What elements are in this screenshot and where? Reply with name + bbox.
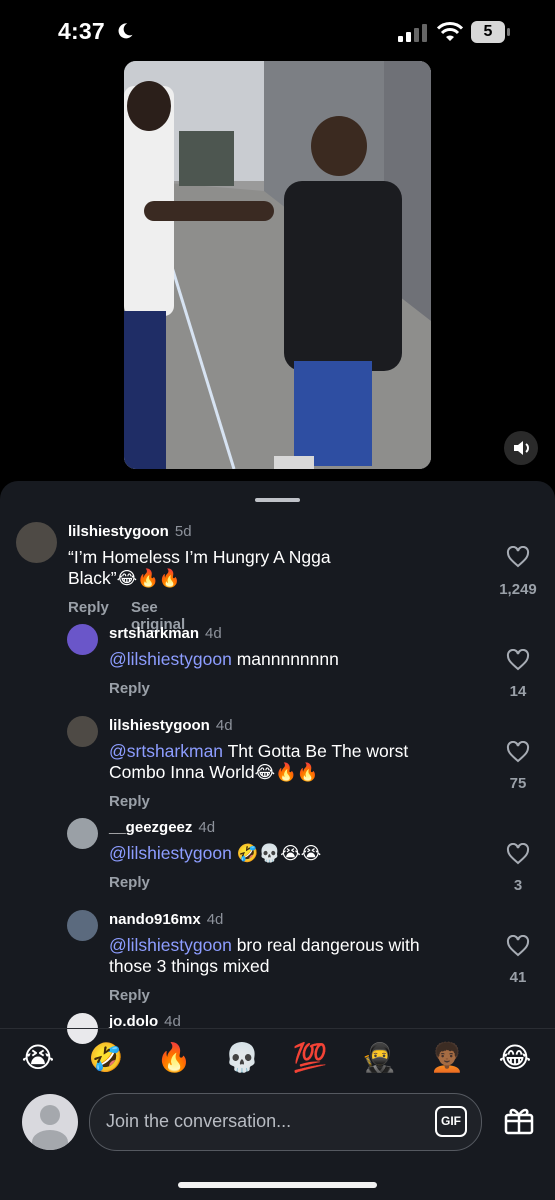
emoji-button[interactable]: 😂 bbox=[497, 1041, 533, 1075]
comment-username[interactable]: __geezgeez bbox=[109, 819, 192, 836]
status-bar: 4:37 5 bbox=[0, 0, 555, 64]
mention-link[interactable]: @lilshiestygoon bbox=[109, 843, 232, 863]
comment-age: 4d bbox=[215, 717, 233, 734]
heart-icon[interactable] bbox=[506, 935, 530, 957]
avatar[interactable] bbox=[67, 624, 98, 655]
comment-username[interactable]: nando916mx bbox=[109, 911, 201, 928]
video-player[interactable] bbox=[124, 61, 431, 469]
like-count: 41 bbox=[509, 969, 527, 986]
like-count: 3 bbox=[513, 877, 523, 894]
emoji-button[interactable]: 😭 bbox=[20, 1041, 56, 1075]
battery-icon: 5 bbox=[471, 21, 511, 43]
gift-icon[interactable] bbox=[502, 1103, 536, 1137]
avatar[interactable] bbox=[67, 910, 98, 941]
sound-icon bbox=[514, 441, 529, 455]
emoji-button[interactable]: 🧑🏾‍🦱 bbox=[429, 1041, 465, 1075]
battery-level: 5 bbox=[471, 21, 505, 43]
comment-meta: nando916mx 4d bbox=[109, 911, 223, 928]
comment-age: 4d bbox=[205, 625, 222, 642]
comment-text: @srtsharkman Tht Gotta Be The worst Comb… bbox=[109, 741, 444, 783]
battery-tip bbox=[507, 28, 510, 36]
home-indicator[interactable] bbox=[178, 1182, 377, 1188]
comment-meta: lilshiestygoon 5d bbox=[68, 523, 192, 540]
comment-text: @lilshiestygoon bro real dangerous with … bbox=[109, 935, 454, 977]
avatar[interactable] bbox=[67, 716, 98, 747]
heart-icon[interactable] bbox=[506, 741, 530, 763]
avatar[interactable] bbox=[67, 818, 98, 849]
comment-meta: __geezgeez 4d bbox=[109, 819, 215, 836]
heart-icon[interactable] bbox=[506, 843, 530, 865]
comment-text: @lilshiestygoon 🤣💀😭😭 bbox=[109, 843, 444, 864]
wifi-icon bbox=[437, 22, 463, 41]
emoji-button[interactable]: 💯 bbox=[292, 1041, 328, 1075]
emoji-button[interactable]: 💀 bbox=[224, 1041, 260, 1075]
emoji-button[interactable]: 🤣 bbox=[88, 1041, 124, 1075]
heart-icon[interactable] bbox=[506, 649, 530, 671]
comment-username[interactable]: lilshiestygoon bbox=[68, 523, 169, 540]
sound-toggle-button[interactable] bbox=[504, 431, 538, 465]
comment-meta: srtsharkman 4d bbox=[109, 625, 222, 642]
mention-link[interactable]: @lilshiestygoon bbox=[109, 935, 232, 955]
comments-sheet: lilshiestygoon 5d “I’m Homeless I’m Hungr… bbox=[0, 481, 555, 1200]
comment-age: 4d bbox=[206, 911, 224, 928]
like-count: 14 bbox=[509, 683, 527, 700]
reply-button[interactable]: Reply bbox=[109, 987, 150, 1004]
reply-button[interactable]: Reply bbox=[109, 793, 150, 810]
user-avatar[interactable] bbox=[22, 1094, 78, 1150]
like-count: 1,249 bbox=[499, 581, 537, 598]
comment-username[interactable]: lilshiestygoon bbox=[109, 717, 210, 734]
emoji-quick-bar: 😭 🤣 🔥 💀 💯 🥷 🧑🏾‍🦱 😂 bbox=[0, 1029, 555, 1087]
mention-link[interactable]: @srtsharkman bbox=[109, 741, 223, 761]
signal-icon bbox=[398, 24, 427, 42]
comment-text: “I’m Homeless I’m Hungry A Ngga Black”😂🔥… bbox=[68, 547, 331, 588]
reply-button[interactable]: Reply bbox=[109, 874, 150, 891]
comment-input[interactable]: Join the conversation... GIF bbox=[89, 1093, 482, 1151]
mention-link[interactable]: @lilshiestygoon bbox=[109, 649, 232, 669]
reply-button[interactable]: Reply bbox=[68, 599, 109, 616]
sheet-handle[interactable] bbox=[255, 498, 300, 502]
moon-icon bbox=[118, 23, 133, 39]
comment-body: mannnnnnnn bbox=[231, 649, 339, 669]
comment-body: 🤣💀😭😭 bbox=[231, 843, 322, 863]
like-count: 75 bbox=[509, 775, 527, 792]
gif-button[interactable]: GIF bbox=[435, 1106, 467, 1137]
comment-age: 4d bbox=[198, 819, 216, 836]
reply-button[interactable]: Reply bbox=[109, 680, 150, 697]
heart-icon[interactable] bbox=[506, 546, 530, 568]
comment-text: @lilshiestygoon mannnnnnnn bbox=[109, 649, 444, 670]
emoji-button[interactable]: 🥷 bbox=[361, 1041, 397, 1075]
comment-meta: lilshiestygoon 4d bbox=[109, 717, 233, 734]
video-frame bbox=[124, 61, 431, 469]
avatar-placeholder-icon bbox=[32, 1105, 68, 1150]
status-time: 4:37 bbox=[58, 18, 105, 44]
comment-age: 5d bbox=[174, 523, 192, 540]
comment-username[interactable]: srtsharkman bbox=[109, 625, 199, 642]
comment-input-placeholder: Join the conversation... bbox=[106, 1111, 292, 1131]
emoji-button[interactable]: 🔥 bbox=[156, 1041, 192, 1075]
avatar[interactable] bbox=[16, 522, 57, 563]
